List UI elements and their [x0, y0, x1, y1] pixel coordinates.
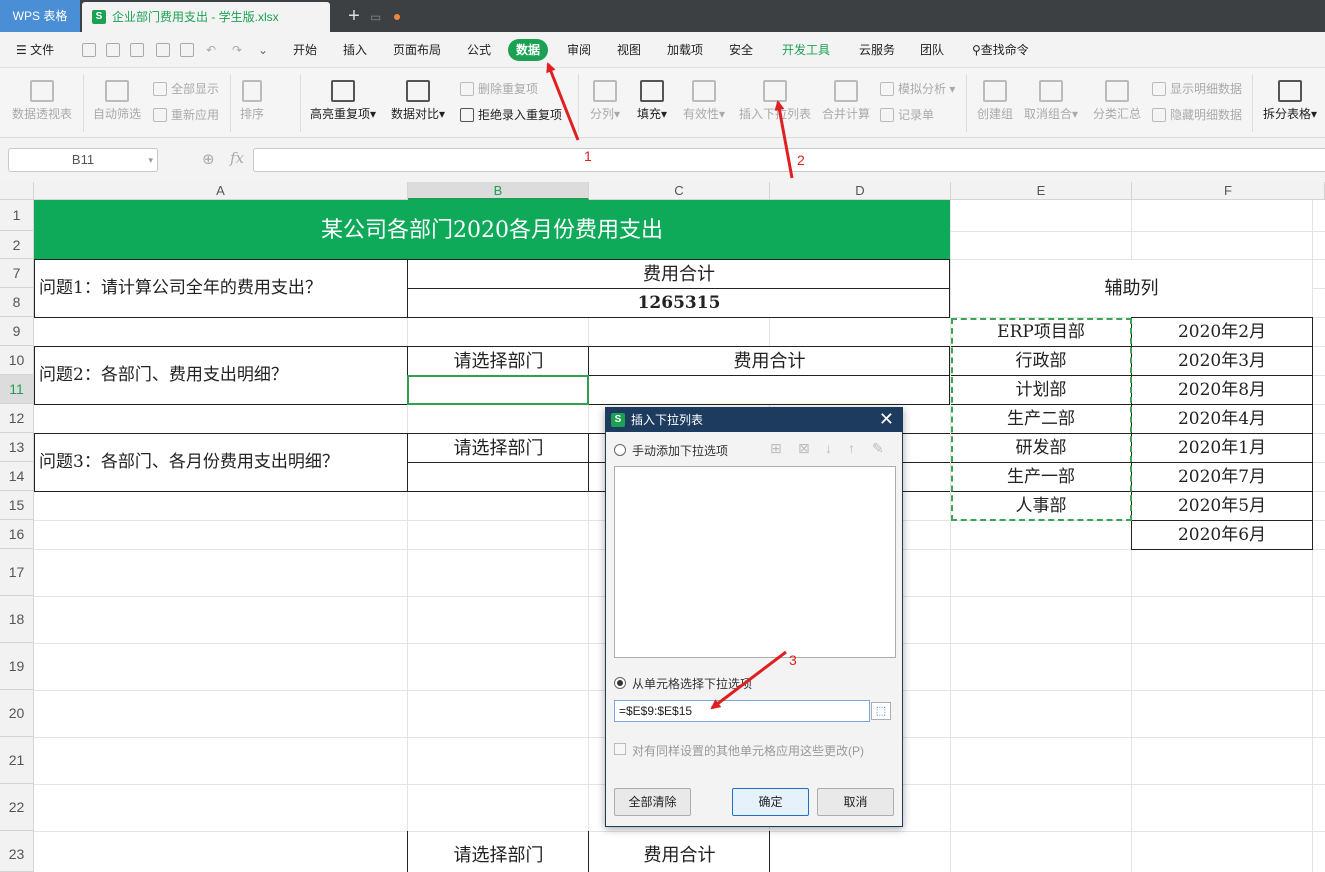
- annotation-label-2: 2: [797, 152, 805, 168]
- annotation-arrow-2: [774, 100, 794, 179]
- annotation-label-3: 3: [789, 652, 797, 668]
- annotation-arrow-1: [546, 62, 580, 141]
- annotation-arrow-3: [710, 650, 787, 710]
- annotation-label-1: 1: [584, 148, 592, 164]
- annotation-arrows: [546, 62, 794, 710]
